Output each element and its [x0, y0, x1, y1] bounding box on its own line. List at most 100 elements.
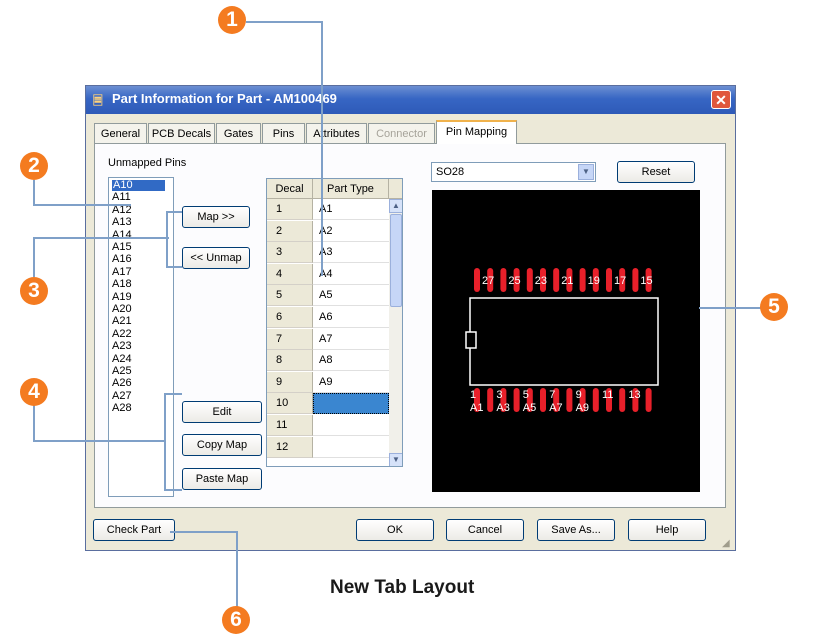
- grid-cell-part-type[interactable]: A7: [313, 329, 389, 350]
- grid-cell-part-type[interactable]: A8: [313, 350, 389, 372]
- unmapped-pin-item[interactable]: A12: [112, 204, 132, 216]
- unmapped-pin-item[interactable]: A26: [112, 378, 132, 389]
- grid-cell-decal[interactable]: 5: [267, 285, 313, 307]
- grid-cell-decal[interactable]: 9: [267, 371, 313, 393]
- grid-cell-part-type[interactable]: A4: [313, 264, 389, 285]
- grid-cell-part-type[interactable]: A1: [313, 199, 389, 220]
- reset-button[interactable]: Reset: [617, 161, 695, 183]
- unmapped-pin-item[interactable]: A10: [112, 180, 165, 191]
- tab-pins[interactable]: Pins: [262, 123, 305, 143]
- ok-button[interactable]: OK: [356, 519, 434, 541]
- unmapped-pin-item[interactable]: A16: [112, 254, 132, 265]
- tab-gates[interactable]: Gates: [216, 123, 261, 143]
- tab-pin-mapping[interactable]: Pin Mapping: [436, 120, 517, 144]
- grid-cell-decal[interactable]: 1: [267, 199, 313, 220]
- pin-label: 9: [576, 389, 582, 401]
- grid-cell-decal[interactable]: 10: [267, 393, 313, 415]
- pin-pad: [487, 388, 494, 412]
- pin-pad: [553, 268, 560, 292]
- decal-select[interactable]: SO28 ▼: [431, 162, 596, 182]
- check-part-button[interactable]: Check Part: [93, 519, 175, 541]
- grid-cell-decal[interactable]: 11: [267, 415, 313, 436]
- close-button[interactable]: ✕: [711, 90, 731, 109]
- pin-mapping-grid[interactable]: Decal Part Type 1 A1 2 A2 3 A3 4 A4 5 A5 6 A6 7 A7 8 A8…: [266, 178, 403, 467]
- pin-pad: [540, 388, 546, 412]
- map-button[interactable]: Map >>: [182, 206, 250, 228]
- decal-preview: 27 25 23 21 19 17 15 1 3 5 7 9 11 13 A1 A3 A5 A7 A9: [432, 190, 700, 492]
- grid-cell-part-type[interactable]: [313, 415, 389, 436]
- unmapped-pin-item[interactable]: A20: [112, 304, 132, 315]
- grid-cell-part-type[interactable]: A9: [313, 372, 389, 393]
- unmapped-pin-item[interactable]: A15: [112, 242, 132, 253]
- grid-cell-decal[interactable]: 6: [267, 307, 313, 328]
- grid-cell-decal[interactable]: 7: [267, 328, 313, 350]
- grid-cell-part-type[interactable]: A5: [313, 285, 389, 307]
- unmapped-pin-item[interactable]: A24: [112, 353, 132, 365]
- copy-map-button[interactable]: Copy Map: [182, 434, 262, 456]
- help-button[interactable]: Help: [628, 519, 706, 541]
- callout-badge-4: 4: [20, 378, 48, 406]
- tab-pcb-decals[interactable]: PCB Decals: [148, 123, 215, 143]
- unmap-button[interactable]: << Unmap: [182, 247, 250, 269]
- grid-cell-part-type[interactable]: A6: [313, 307, 389, 328]
- scroll-up-icon[interactable]: ▲: [389, 199, 402, 213]
- pin-label: A1: [470, 402, 483, 414]
- grid-cell-part-type[interactable]: A3: [313, 242, 389, 264]
- tab-general[interactable]: General: [94, 123, 147, 143]
- grid-cell-decal[interactable]: 12: [267, 436, 313, 458]
- unmapped-pin-item[interactable]: A21: [112, 316, 132, 327]
- grid-header-part-type[interactable]: Part Type: [313, 179, 389, 199]
- unmapped-pin-item[interactable]: A19: [112, 291, 132, 303]
- cancel-button[interactable]: Cancel: [446, 519, 524, 541]
- scroll-thumb[interactable]: [390, 214, 402, 307]
- unmapped-pin-item[interactable]: A27: [112, 390, 132, 402]
- grid-cell-decal[interactable]: 8: [267, 350, 313, 372]
- callout-4-leader: [33, 440, 166, 442]
- pin-label: 13: [628, 389, 640, 401]
- chevron-down-icon[interactable]: ▼: [578, 164, 594, 180]
- pin-pad: [579, 268, 586, 292]
- grid-header-decal[interactable]: Decal: [267, 179, 313, 199]
- scroll-down-icon[interactable]: ▼: [389, 453, 402, 466]
- edit-button[interactable]: Edit: [182, 401, 262, 423]
- save-as-button[interactable]: Save As...: [537, 519, 615, 541]
- tab-attributes[interactable]: Attributes: [306, 123, 367, 143]
- pin-label: 15: [640, 275, 652, 287]
- grid-cell-decal[interactable]: 2: [267, 220, 313, 242]
- unmapped-pin-item[interactable]: A13: [112, 217, 132, 228]
- pin-pad: [592, 388, 599, 412]
- callout-badge-3: 3: [20, 277, 48, 305]
- unmapped-pin-item[interactable]: A28: [112, 403, 132, 414]
- unmapped-pin-item[interactable]: A23: [112, 341, 132, 352]
- decal-preview-drawing: 27 25 23 21 19 17 151 3 5 7 9 11 13A1 A3 A5 A7 A9: [465, 268, 659, 414]
- unmapped-pin-item[interactable]: A17: [112, 266, 132, 278]
- callout-3-bracket: [166, 266, 182, 268]
- grid-cell-decal[interactable]: 4: [267, 263, 313, 285]
- unmapped-pin-item[interactable]: A11: [112, 192, 131, 203]
- callout-6-leader: [170, 531, 237, 533]
- callout-3-leader: [33, 237, 169, 239]
- window-title: Part Information for Part - AM100469: [112, 91, 337, 106]
- title-bar[interactable]: 🗏 Part Information for Part - AM100469 ✕: [86, 86, 735, 114]
- pin-label: 23: [535, 275, 547, 287]
- paste-map-button[interactable]: Paste Map: [182, 468, 262, 490]
- grid-cell-part-type[interactable]: A2: [313, 221, 389, 242]
- callout-3-bracket: [166, 211, 168, 268]
- grid-cell-decal[interactable]: 3: [267, 242, 313, 264]
- tab-connector[interactable]: Connector: [368, 123, 435, 143]
- grid-scrollbar[interactable]: ▲ ▼: [389, 199, 402, 466]
- pin-label: A9: [576, 402, 589, 414]
- decal-select-value: SO28: [436, 166, 465, 178]
- unmapped-pin-item[interactable]: A25: [112, 366, 132, 377]
- pin-pad: [619, 388, 626, 412]
- figure-caption: New Tab Layout: [330, 577, 475, 598]
- callout-badge-5: 5: [760, 293, 788, 321]
- pin-label: 3: [496, 389, 502, 401]
- grid-cell-part-type[interactable]: [313, 437, 389, 458]
- unmapped-pin-item[interactable]: A18: [112, 279, 132, 290]
- grid-cell-part-type[interactable]: [313, 393, 389, 415]
- unmapped-pin-item[interactable]: A22: [112, 328, 132, 340]
- close-icon: ✕: [715, 92, 727, 108]
- resize-grip-icon[interactable]: ◢: [722, 538, 734, 550]
- callout-4-bracket: [164, 489, 182, 491]
